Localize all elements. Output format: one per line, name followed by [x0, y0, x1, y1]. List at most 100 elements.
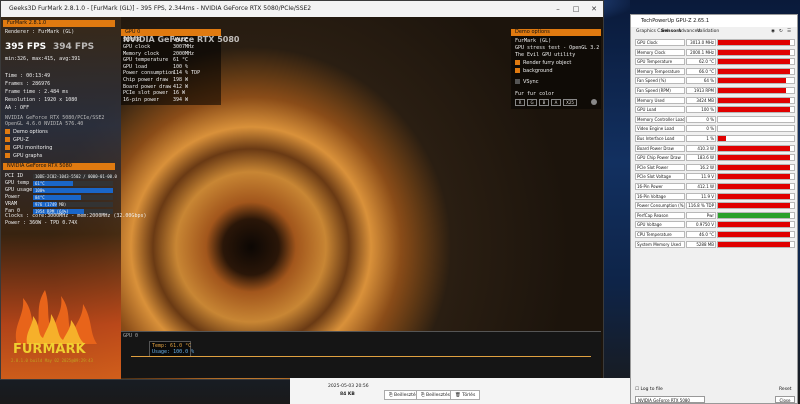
sensor-name: 16-pin power — [123, 96, 160, 103]
menu-icon[interactable]: ☰ — [787, 29, 791, 34]
sensor-row-label[interactable]: Memory Used — [635, 96, 685, 104]
sensor-row-value: 3424 MB — [686, 96, 716, 104]
toggle-gpu-z[interactable]: GPU-Z — [5, 137, 29, 143]
sensor-row: Memory Temperature 66.0 °C — [635, 67, 795, 76]
sensor-row: GPU Temperature 62.0 °C — [635, 58, 795, 66]
sensor-row-value: 64 % — [686, 77, 716, 85]
fur-color-button[interactable]: G — [527, 99, 537, 106]
sensor-row-label[interactable]: Bus Interface Load — [635, 135, 685, 142]
sensor-row: 16-Pin Power 412.1 W — [635, 183, 795, 191]
sensor-row-value: 412.1 W — [686, 183, 716, 190]
sensor-row-label[interactable]: System Memory Used — [635, 240, 685, 248]
sensor-row-label[interactable]: GPU Voltage — [635, 221, 685, 229]
sensor-row-label[interactable]: GPU Clock — [635, 39, 685, 46]
minimize-icon[interactable]: – — [549, 1, 567, 17]
toggle-demo-options[interactable]: Demo options — [5, 129, 48, 135]
sensor-name: Chip power draw — [123, 77, 169, 83]
sensor-value: 394 W — [173, 96, 189, 103]
sensor-row: Video Engine Load 0 % — [635, 125, 795, 133]
fur-color-label: Fur fur color — [515, 91, 555, 97]
sensor-row-graph — [717, 163, 795, 171]
bar-row-track: 976 (1749 MB) — [33, 202, 113, 207]
sensor-row-label[interactable]: Board Power Draw — [635, 144, 685, 152]
fur-color-button[interactable]: R — [515, 99, 525, 106]
sensor-row-label[interactable]: GPU Load — [635, 106, 685, 114]
sensor-row-graph — [717, 106, 795, 114]
sensor-name: GPU temperature — [123, 57, 169, 64]
sensor-row-graph-fill — [718, 88, 787, 93]
toggle-gpu-monitoring[interactable]: GPU monitoring — [5, 145, 52, 151]
log-to-file-checkbox[interactable]: ☐ Log to file — [635, 387, 663, 392]
gpuz-titlebar[interactable]: TechPowerUp GPU-Z 2.65.1 — [631, 15, 797, 27]
sensor-row: PerfCap Reason Pwr — [635, 211, 795, 220]
bar-row-value: 10DE-2C02-1043-5502 / 0000-01-00.0 — [35, 174, 117, 179]
sensor-row-label[interactable]: Memory Temperature — [635, 67, 685, 75]
refresh-icon[interactable]: ↻ — [779, 29, 783, 34]
sensor-row-label[interactable]: Fan Speed (%) — [635, 77, 685, 85]
close-icon[interactable]: ✕ — [585, 1, 603, 17]
delete-button[interactable]: 🗑 Törlés — [450, 390, 481, 400]
sensor-value: 3007MHz — [173, 44, 195, 50]
sensor-row: GPU Voltage 0.9750 V — [635, 221, 795, 229]
gpu-select[interactable]: NVIDIA GeForce RTX 5080 — [635, 396, 705, 403]
bar-row-label: Power — [5, 194, 21, 200]
sensor-row-label[interactable]: PCIe Slot Voltage — [635, 173, 685, 181]
demo-name: FurMark (GL) — [515, 38, 552, 44]
maximize-icon[interactable]: □ — [567, 1, 585, 17]
sensor-row-graph — [717, 202, 795, 210]
sensor-row-label[interactable]: PCIe Slot Power — [635, 163, 685, 171]
close-button[interactable]: Close — [775, 396, 795, 403]
sensor-row-label[interactable]: Memory Controller Load — [635, 115, 685, 123]
sensor-value: 100 % — [173, 63, 189, 70]
sensor-name: GPU clock — [123, 44, 151, 50]
sensor-row-graph-fill — [718, 97, 791, 103]
flame-icon — [15, 290, 97, 344]
graph-legend: Temp: 61.0 °C Usage: 100.0 % — [149, 341, 194, 357]
graph-header: GPU 0 — [123, 333, 139, 339]
renderer-line: Renderer : FurMark (GL) — [5, 29, 75, 35]
sensor-name: Board power draw — [123, 83, 172, 90]
sensor-row-label[interactable]: Memory Clock — [635, 48, 685, 56]
option-background[interactable]: background — [515, 68, 553, 74]
sensor-row-label[interactable]: Fan Speed (RPM) — [635, 87, 685, 94]
sensor-row-label[interactable]: Power Consumption (%) — [635, 202, 685, 210]
sensor-row: GPU Load 100 % — [635, 106, 795, 114]
sensor-row-graph — [717, 144, 795, 152]
bar-row-label: GPU temp — [5, 180, 30, 186]
furmark-titlebar[interactable]: Geeks3D FurMark 2.8.1.0 - [FurMark (GL)]… — [1, 1, 603, 17]
fur-color-button[interactable]: B — [539, 99, 549, 106]
color-picker-icon[interactable] — [591, 99, 597, 105]
stat-frames: Frames : 286976 — [5, 81, 51, 87]
fur-color-button[interactable]: A — [551, 99, 561, 106]
sensor-row: Memory Clock 2000.1 MHz — [635, 48, 795, 57]
fur-color-button[interactable]: X25 — [563, 99, 577, 106]
bar-row-value: 976 (1749 MB) — [35, 202, 67, 207]
sensor-row-value: 0 % — [686, 125, 716, 133]
sensor-row-label[interactable]: 16-Pin Voltage — [635, 192, 685, 200]
option-render-furry[interactable]: Render furry object — [515, 60, 571, 66]
sensor-row-label[interactable]: Video Engine Load — [635, 125, 685, 133]
sensor-row-label[interactable]: GPU Temperature — [635, 58, 685, 66]
reset-button[interactable]: Reset — [779, 387, 792, 392]
gpuz-window: TechPowerUp GPU-Z 2.65.1 Graphics Card S… — [630, 14, 798, 404]
sensor-row-label[interactable]: 16-Pin Power — [635, 183, 685, 190]
sensor-row-value: 11.9 V — [686, 192, 716, 200]
sensor-row-graph-fill — [718, 174, 791, 180]
power-line: Power : 360W - TPD 0.74X — [5, 220, 78, 226]
demo-options-header: Demo options — [511, 29, 601, 36]
gpuz-title: TechPowerUp GPU-Z 2.65.1 — [641, 18, 710, 24]
sensor-row-graph-fill — [718, 145, 791, 151]
sensor-row-value: 11.9 V — [686, 173, 716, 181]
sensor-row-graph — [717, 135, 795, 142]
sensor-row-graph — [717, 221, 795, 229]
furmark-window: Geeks3D FurMark 2.8.1.0 - [FurMark (GL)]… — [0, 0, 604, 380]
sensor-row-label[interactable]: PerfCap Reason — [635, 211, 685, 219]
trash-icon: 🗑 — [455, 393, 461, 398]
tab-validation[interactable]: Validation — [697, 29, 719, 34]
option-vsync[interactable]: VSync — [515, 79, 538, 85]
toggle-gpu-graphs[interactable]: GPU graphs — [5, 153, 42, 159]
camera-icon[interactable]: ◉ — [771, 29, 775, 34]
sensor-row-label[interactable]: GPU Chip Power Draw — [635, 154, 685, 162]
sensor-panel: GPU 0 NVIDIA GeForce RTX 5080 SENSOR VAL… — [121, 29, 239, 105]
sensor-row-label[interactable]: CPU Temperature — [635, 231, 685, 238]
